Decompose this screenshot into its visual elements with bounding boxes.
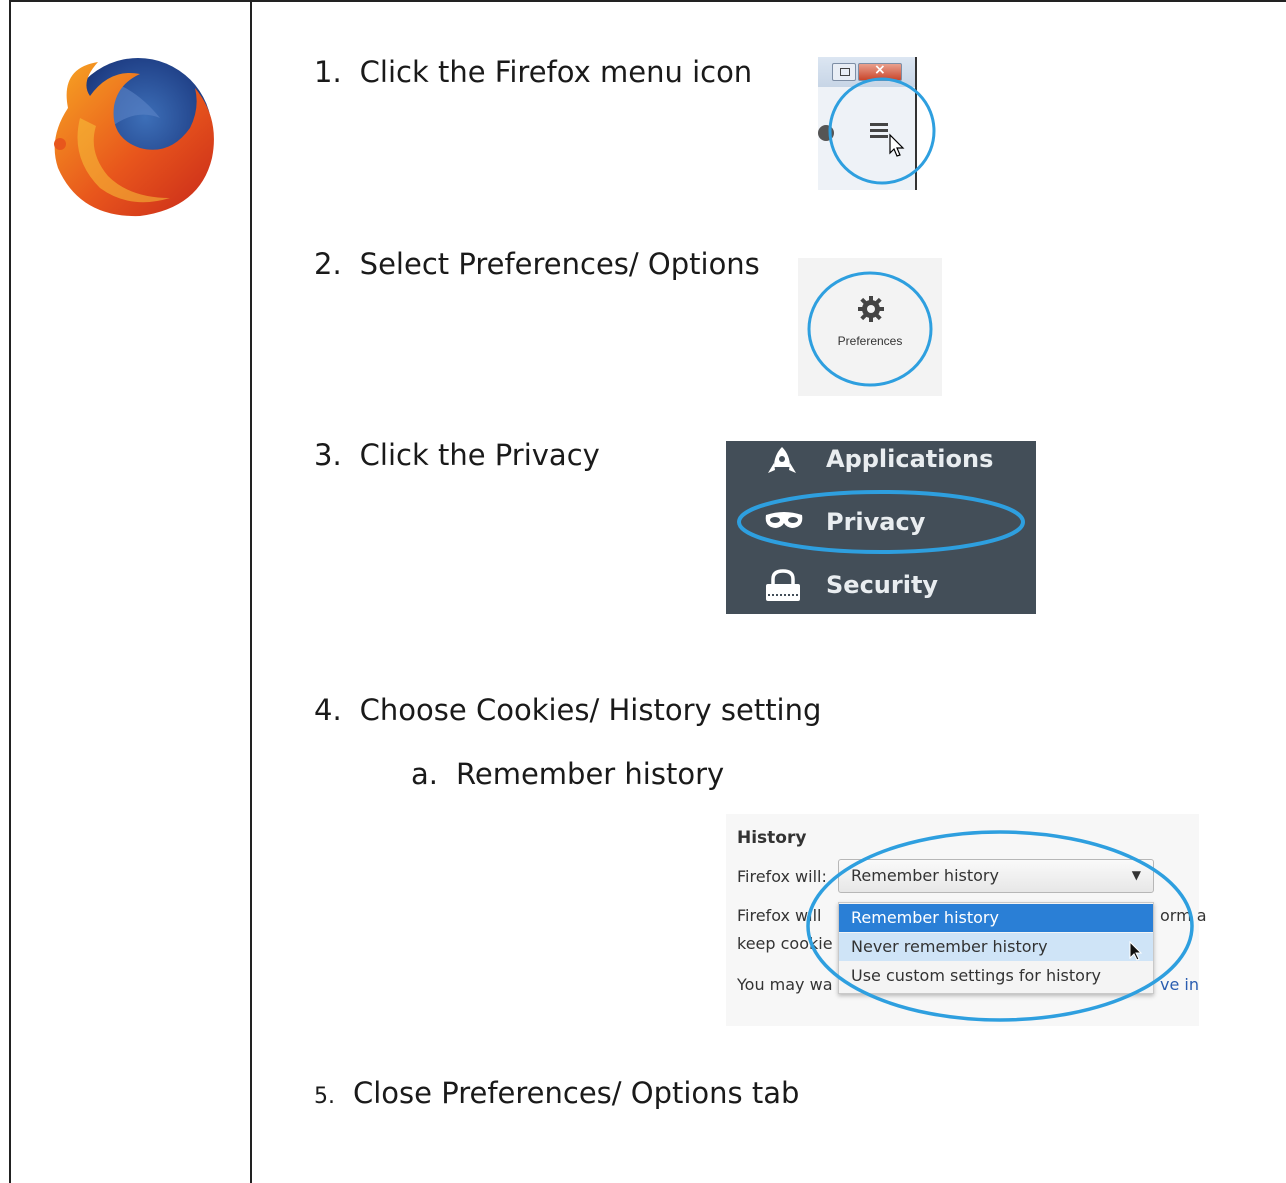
nav-item-applications[interactable]: Applications (826, 445, 993, 473)
highlight-circle (806, 830, 1194, 1022)
step-number: a. (411, 757, 438, 791)
preferences-screenshot: Preferences (798, 258, 942, 396)
step-number: 1. (314, 55, 342, 89)
step-text: Click the Privacy (359, 438, 600, 472)
step-text: Select Preferences/ Options (359, 247, 760, 281)
step-number: 4. (314, 693, 342, 727)
menu-icon-screenshot: × (818, 57, 938, 190)
step-2: 2. Select Preferences/ Options (314, 247, 760, 281)
step-3: 3. Click the Privacy (314, 438, 600, 472)
column-divider (250, 0, 252, 1183)
step-text: Remember history (456, 757, 725, 791)
step-number: 3. (314, 438, 342, 472)
step-text: Choose Cookies/ History setting (359, 693, 822, 727)
step-text: Click the Firefox menu icon (359, 55, 753, 89)
highlight-circle (737, 490, 1025, 554)
history-settings-screenshot: History Firefox will: Remember history ▼… (726, 814, 1207, 1026)
nav-item-security[interactable]: Security (826, 571, 938, 599)
step-number: 5. (314, 1084, 335, 1109)
step-4: 4. Choose Cookies/ History setting (314, 693, 821, 727)
step-4a: a. Remember history (411, 757, 724, 791)
lock-icon (766, 569, 800, 601)
step-text: Close Preferences/ Options tab (353, 1076, 800, 1110)
highlight-circle (828, 77, 936, 185)
step-1: 1. Click the Firefox menu icon (314, 55, 752, 89)
highlight-circle (807, 271, 933, 387)
step-number: 2. (314, 247, 342, 281)
firefox-logo-icon (54, 58, 214, 217)
rocket-icon (768, 447, 796, 473)
history-heading: History (737, 828, 807, 848)
privacy-nav-screenshot: Applications Privacy Security (726, 441, 1036, 614)
step-5: 5. Close Preferences/ Options tab (314, 1076, 799, 1110)
